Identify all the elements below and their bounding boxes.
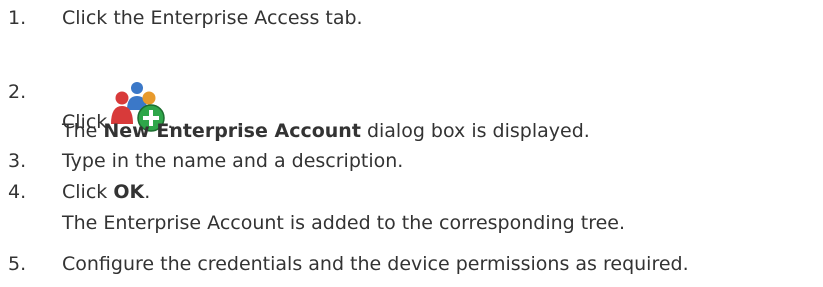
- step-text-period: .: [144, 181, 151, 203]
- step-number: 5.: [8, 253, 27, 275]
- step-text: Type in the name and a description.: [62, 150, 404, 172]
- step-text: Click the Enterprise Access tab.: [62, 7, 363, 29]
- instructions-document: 1. Click the Enterprise Access tab. 2. C…: [0, 0, 823, 287]
- step-number: 4.: [8, 181, 27, 203]
- step-number: 1.: [8, 7, 27, 29]
- step-4-result: The Enterprise Account is added to the c…: [62, 211, 625, 235]
- result-text-pre: The: [62, 120, 104, 142]
- dialog-name: New Enterprise Account: [103, 120, 361, 142]
- ok-label: OK: [113, 181, 145, 203]
- step-2-result: The New Enterprise Account dialog box is…: [62, 119, 590, 143]
- result-text: The Enterprise Account is added to the c…: [62, 212, 626, 234]
- step-text: Click OK.: [62, 180, 150, 204]
- result-text-post: dialog box is displayed.: [360, 120, 590, 142]
- step-text: Configure the credentials and the device…: [62, 253, 689, 275]
- step-text-click: Click: [62, 181, 114, 203]
- step-number: 3.: [8, 150, 27, 172]
- step-number: 2.: [8, 81, 27, 103]
